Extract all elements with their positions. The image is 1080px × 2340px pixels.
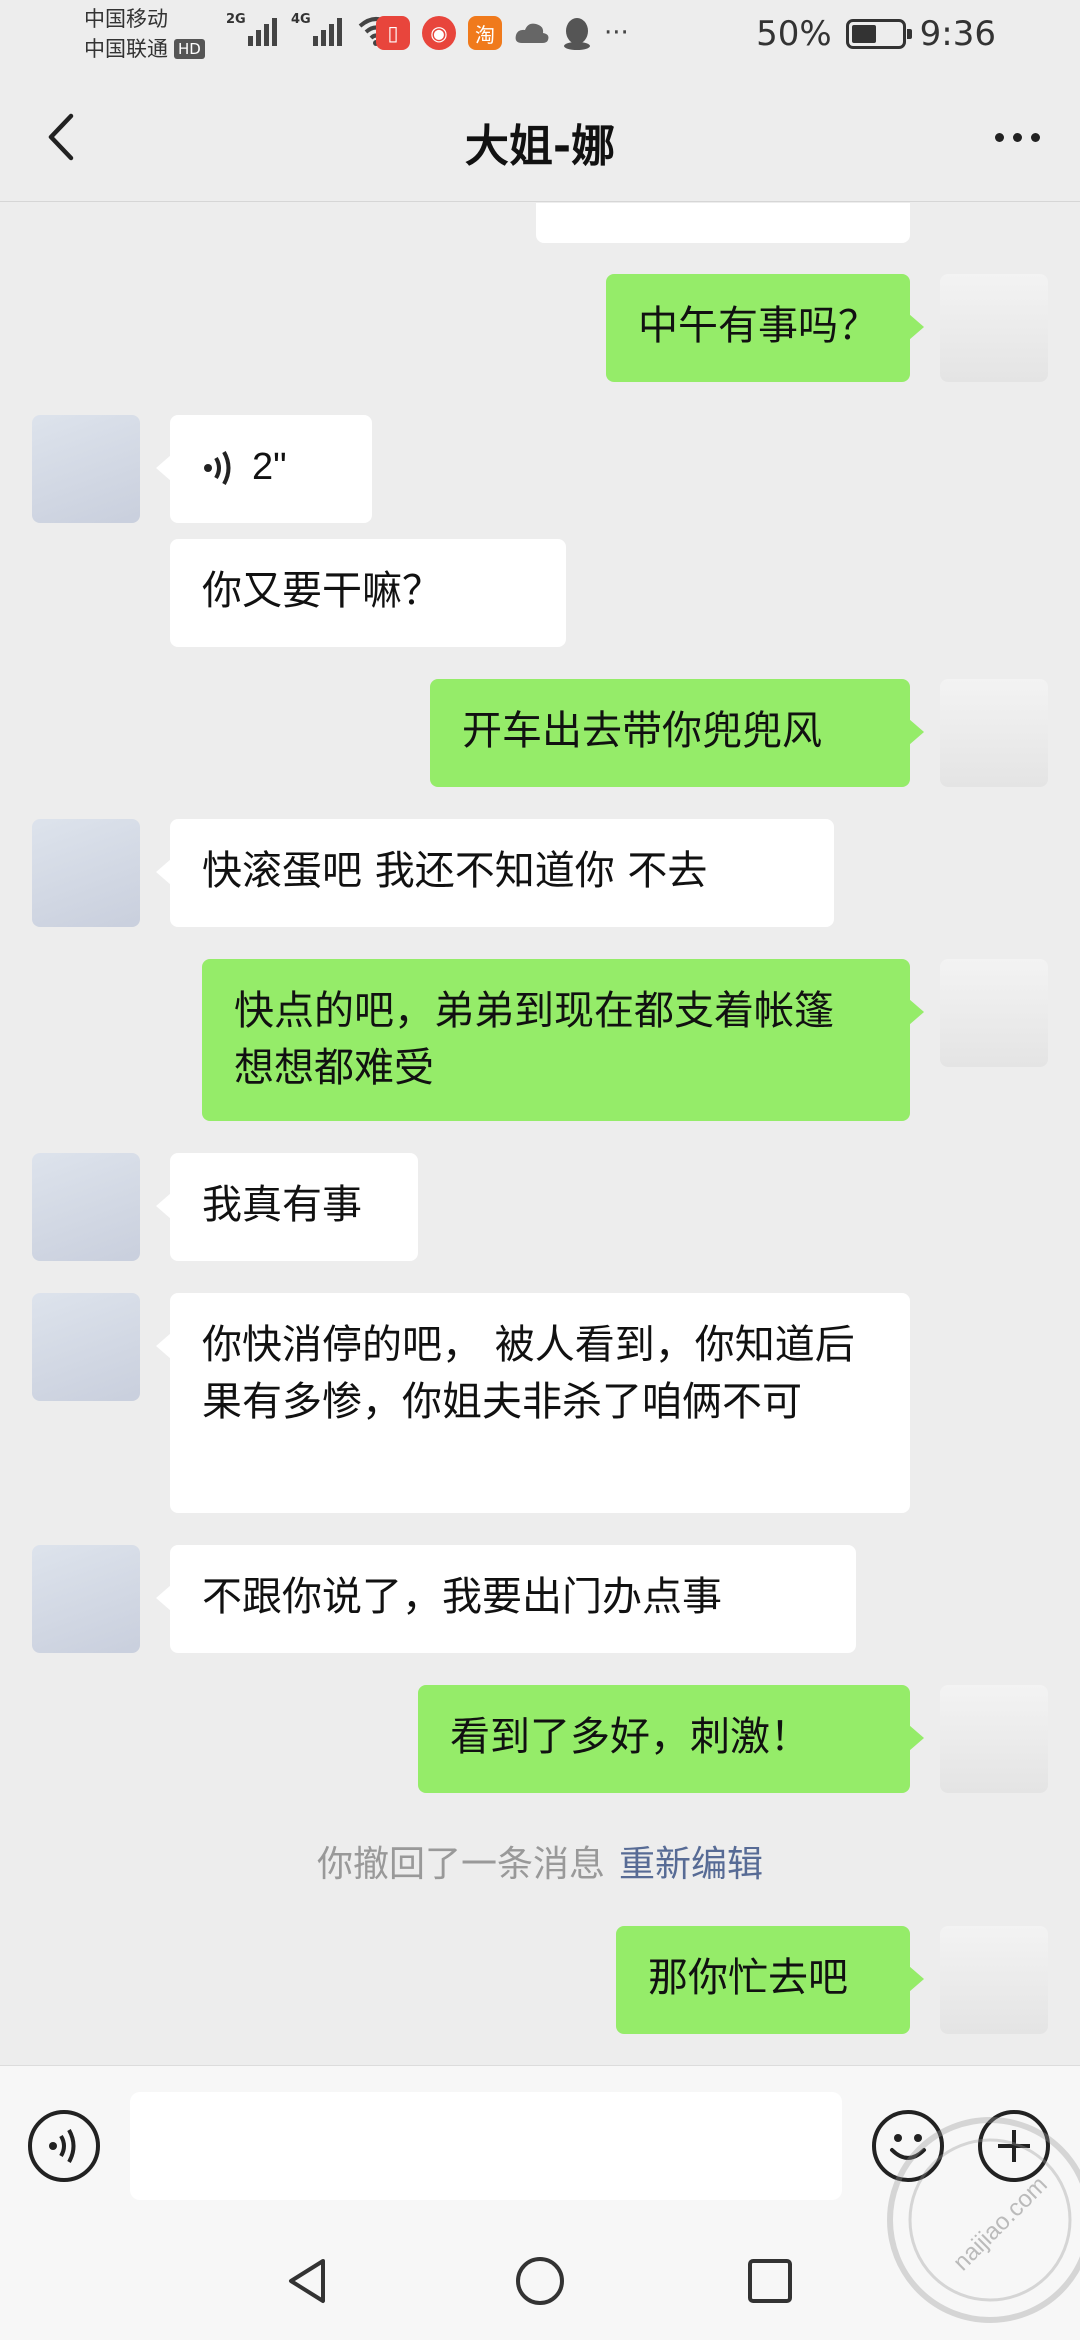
- previous-message-fragment[interactable]: 子猛类: [536, 203, 910, 243]
- contact-message-bubble[interactable]: 你又要干嘛？: [170, 539, 566, 647]
- contact-avatar[interactable]: [32, 1293, 140, 1401]
- chat-title: 大姐-娜: [464, 121, 616, 172]
- square-recents-icon: [748, 2259, 792, 2303]
- message-text: 快滚蛋吧 我还不知道你 不去: [202, 848, 708, 894]
- qq-icon: [564, 18, 590, 50]
- status-bar: 中国移动 中国联通 HD 2G 4G ▯ ◉ 淘 ··· 50% 9:36: [0, 0, 1080, 72]
- my-avatar[interactable]: [940, 679, 1048, 787]
- reedit-link[interactable]: 重新编辑: [619, 1844, 763, 1885]
- network-type-1: 2G: [226, 12, 246, 27]
- voice-wave-icon: [204, 450, 231, 485]
- message-text: 快点的吧，弟弟到现在都支着帐篷 想想都难受: [234, 988, 834, 1091]
- signal-2-icon: 4G: [291, 12, 342, 46]
- clock: 9:36: [919, 14, 996, 54]
- dot-icon: [994, 132, 1004, 142]
- contact-message-bubble[interactable]: 快滚蛋吧 我还不知道你 不去: [156, 819, 834, 927]
- recall-notice: 你撤回了一条消息 重新编辑: [0, 1835, 1080, 1887]
- message-text: 我真有事: [202, 1182, 362, 1228]
- more-notifications-icon: ···: [604, 18, 629, 48]
- message-text: 你又要干嘛？: [202, 568, 442, 614]
- signal-1-icon: 2G: [226, 12, 277, 46]
- dot-icon: [1012, 132, 1022, 142]
- status-right: 50% 9:36: [756, 14, 996, 54]
- carrier-info: 中国移动 中国联通 HD: [84, 4, 205, 64]
- nav-recents-button[interactable]: [738, 2249, 802, 2313]
- network-type-2: 4G: [291, 12, 311, 27]
- message-text: 那你忙去吧: [648, 1955, 848, 2001]
- recall-text: 你撤回了一条消息: [316, 1844, 605, 1885]
- contact-avatar[interactable]: [32, 1153, 140, 1261]
- notification-icons: ▯ ◉ 淘 ···: [376, 16, 629, 50]
- contact-message-bubble[interactable]: 你快消停的吧， 被人看到，你知道后果有多惨，你姐夫非杀了咱俩不可: [156, 1293, 910, 1513]
- message-text: 开车出去带你兜兜风: [462, 708, 822, 754]
- previous-message-text: 子猛类: [616, 203, 784, 214]
- battery-icon: [845, 19, 912, 49]
- my-message-bubble[interactable]: 快点的吧，弟弟到现在都支着帐篷 想想都难受: [202, 959, 924, 1121]
- podcast-app-icon: ◉: [422, 16, 456, 50]
- watermark-logo: [887, 2117, 1080, 2323]
- my-message-bubble[interactable]: 中午有事吗？: [606, 274, 924, 382]
- carrier-1: 中国移动: [84, 7, 168, 31]
- message-text: 你快消停的吧， 被人看到，你知道后果有多惨，你姐夫非杀了咱俩不可: [202, 1322, 855, 1425]
- my-message-bubble[interactable]: 那你忙去吧: [616, 1926, 924, 2034]
- signal-indicators: 2G 4G: [226, 12, 396, 46]
- contact-message-bubble[interactable]: 不跟你说了，我要出门办点事: [156, 1545, 856, 1653]
- voice-message-bubble[interactable]: 2": [156, 415, 372, 523]
- message-input[interactable]: [130, 2092, 842, 2200]
- contact-avatar[interactable]: [32, 1545, 140, 1653]
- hd-badge: HD: [174, 39, 205, 59]
- title-bar: 大姐-娜: [0, 72, 1080, 202]
- contact-message-bubble[interactable]: 我真有事: [156, 1153, 418, 1261]
- voice-wave-icon: [49, 2129, 76, 2163]
- message-text: 看到了多好，刺激！: [450, 1714, 810, 1760]
- reader-app-icon: ▯: [376, 16, 410, 50]
- carrier-2: 中国联通: [84, 37, 168, 61]
- message-text: 中午有事吗？: [638, 303, 878, 349]
- contact-avatar[interactable]: [32, 819, 140, 927]
- my-avatar[interactable]: [940, 959, 1048, 1067]
- nav-home-button[interactable]: [508, 2249, 572, 2313]
- contact-avatar[interactable]: [32, 415, 140, 523]
- battery-percent: 50%: [756, 14, 832, 54]
- dot-icon: [1030, 132, 1040, 142]
- my-avatar[interactable]: [940, 1685, 1048, 1793]
- cloud-icon: [515, 23, 549, 43]
- voice-input-button[interactable]: [28, 2110, 100, 2182]
- triangle-back-icon: [289, 2259, 325, 2303]
- my-avatar[interactable]: [940, 274, 1048, 382]
- message-text: 不跟你说了，我要出门办点事: [202, 1574, 722, 1620]
- my-avatar[interactable]: [940, 1926, 1048, 2034]
- nav-back-button[interactable]: [276, 2249, 340, 2313]
- circle-home-icon: [516, 2257, 564, 2305]
- my-message-bubble[interactable]: 开车出去带你兜兜风: [430, 679, 924, 787]
- taobao-app-icon: 淘: [468, 16, 502, 50]
- more-options-button[interactable]: [982, 107, 1052, 167]
- voice-duration: 2": [252, 446, 287, 488]
- chat-area[interactable]: 子猛类 中午有事吗？ 2" 你又要干嘛？ 开车出去带你兜兜风 快滚蛋吧 我还不知…: [0, 203, 1080, 2065]
- my-message-bubble[interactable]: 看到了多好，刺激！: [418, 1685, 924, 1793]
